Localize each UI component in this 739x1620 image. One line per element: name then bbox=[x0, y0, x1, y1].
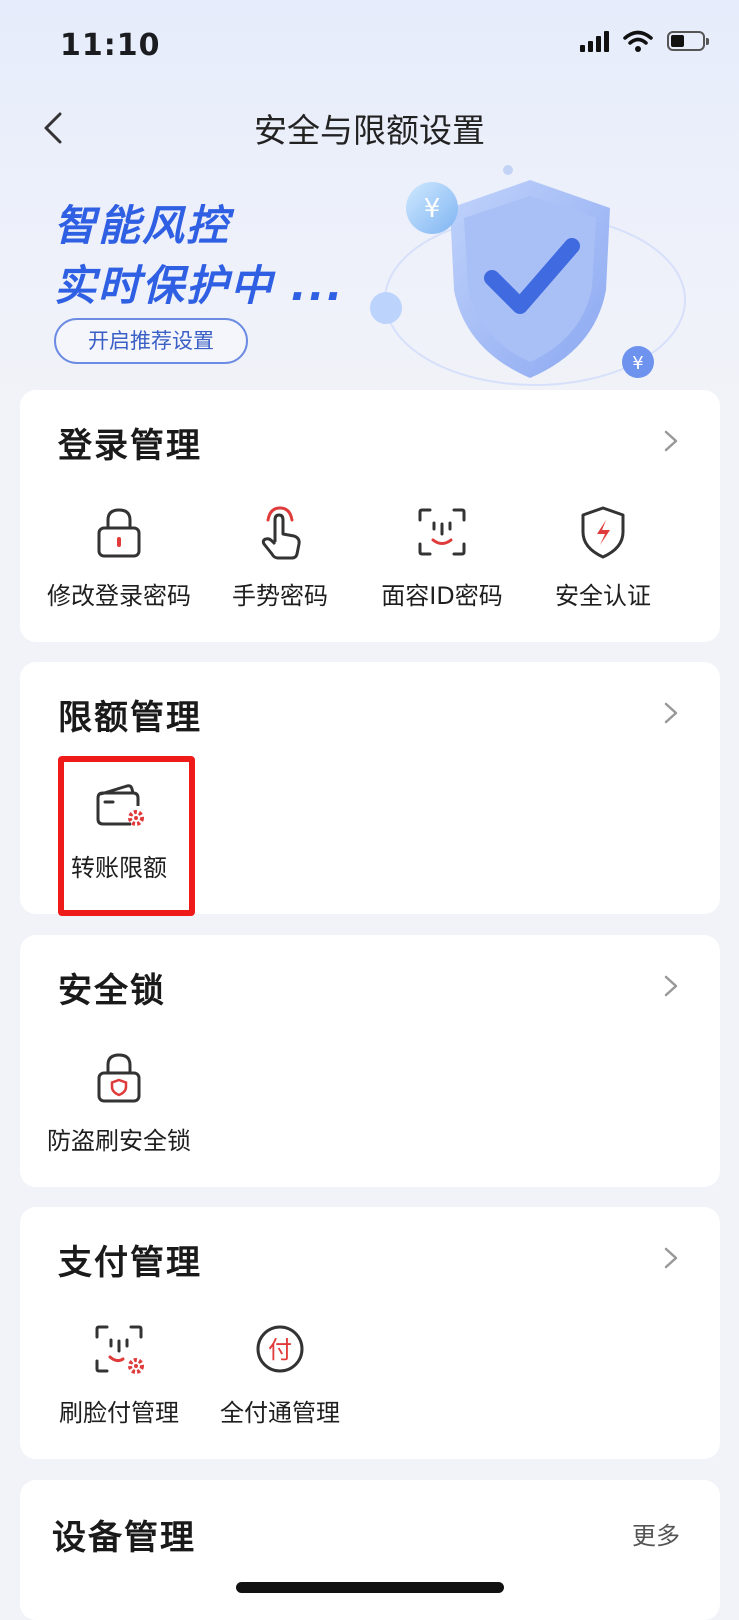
pay-glyph: 付 bbox=[268, 1336, 292, 1364]
banner-subheadline: 实时保护中 ... bbox=[54, 261, 345, 310]
highlight-box bbox=[58, 756, 195, 916]
change-login-password-label: 修改登录密码 bbox=[47, 582, 191, 610]
face-pay-management-label: 刷脸付管理 bbox=[59, 1399, 179, 1427]
device-management-card: 设备管理 更多 bbox=[20, 1480, 720, 1620]
payment-management-title: 支付管理 bbox=[58, 1243, 202, 1283]
lock-shield-icon bbox=[97, 1053, 141, 1103]
lock-icon bbox=[97, 508, 141, 558]
security-verification-label: 安全认证 bbox=[555, 582, 651, 610]
battery-level bbox=[671, 35, 684, 47]
status-time: 11:10 bbox=[60, 28, 161, 63]
signal-icon bbox=[580, 30, 609, 52]
face-pay-management-item[interactable]: 刷脸付管理 bbox=[34, 1319, 204, 1428]
anti-theft-lock-item[interactable]: 防盗刷安全锁 bbox=[34, 1047, 204, 1156]
status-icons bbox=[580, 30, 709, 52]
wifi-icon bbox=[623, 30, 653, 52]
face-id-password-label: 面容ID密码 bbox=[381, 582, 503, 610]
pay-circle-icon: 付 bbox=[256, 1325, 304, 1373]
chevron-right-icon[interactable] bbox=[660, 698, 682, 728]
limit-management-title: 限额管理 bbox=[58, 698, 202, 738]
anti-theft-lock-label: 防盗刷安全锁 bbox=[47, 1127, 191, 1155]
quanfutong-management-label: 全付通管理 bbox=[220, 1399, 340, 1427]
gesture-password-label: 手势密码 bbox=[232, 582, 328, 610]
login-management-card: 登录管理 修改登录密码 手势密码 面容ID密码 安全认证 bbox=[20, 390, 720, 642]
security-verification-item[interactable]: 安全认证 bbox=[518, 502, 688, 611]
change-login-password-item[interactable]: 修改登录密码 bbox=[34, 502, 204, 611]
chevron-right-icon[interactable] bbox=[660, 426, 682, 456]
enable-recommended-settings-button[interactable]: 开启推荐设置 bbox=[54, 318, 248, 364]
banner-headline: 智能风控 bbox=[54, 201, 231, 250]
login-management-title: 登录管理 bbox=[58, 426, 202, 466]
face-id-icon bbox=[418, 508, 466, 556]
gesture-icon bbox=[261, 506, 301, 560]
face-pay-icon bbox=[95, 1325, 144, 1374]
security-lock-title: 安全锁 bbox=[58, 971, 166, 1011]
device-management-title: 设备管理 bbox=[52, 1518, 196, 1558]
payment-management-card: 支付管理 刷脸付管理 付 全付通管理 bbox=[20, 1207, 720, 1459]
page-title: 安全与限额设置 bbox=[254, 111, 485, 150]
svg-text:¥: ¥ bbox=[424, 194, 441, 224]
shield-bolt-icon bbox=[581, 506, 625, 559]
security-lock-card: 安全锁 防盗刷安全锁 bbox=[20, 935, 720, 1187]
face-id-password-item[interactable]: 面容ID密码 bbox=[357, 502, 527, 611]
quanfutong-management-item[interactable]: 付 全付通管理 bbox=[195, 1319, 365, 1428]
chevron-right-icon[interactable] bbox=[660, 971, 682, 1001]
svg-text:¥: ¥ bbox=[632, 353, 643, 374]
more-link[interactable]: 更多 bbox=[632, 1516, 680, 1551]
chevron-right-icon[interactable] bbox=[660, 1243, 682, 1273]
home-indicator[interactable] bbox=[236, 1582, 504, 1593]
gesture-password-item[interactable]: 手势密码 bbox=[195, 502, 365, 611]
shield-hero-illustration: ¥ ¥ bbox=[370, 165, 686, 386]
battery-icon bbox=[667, 31, 709, 51]
